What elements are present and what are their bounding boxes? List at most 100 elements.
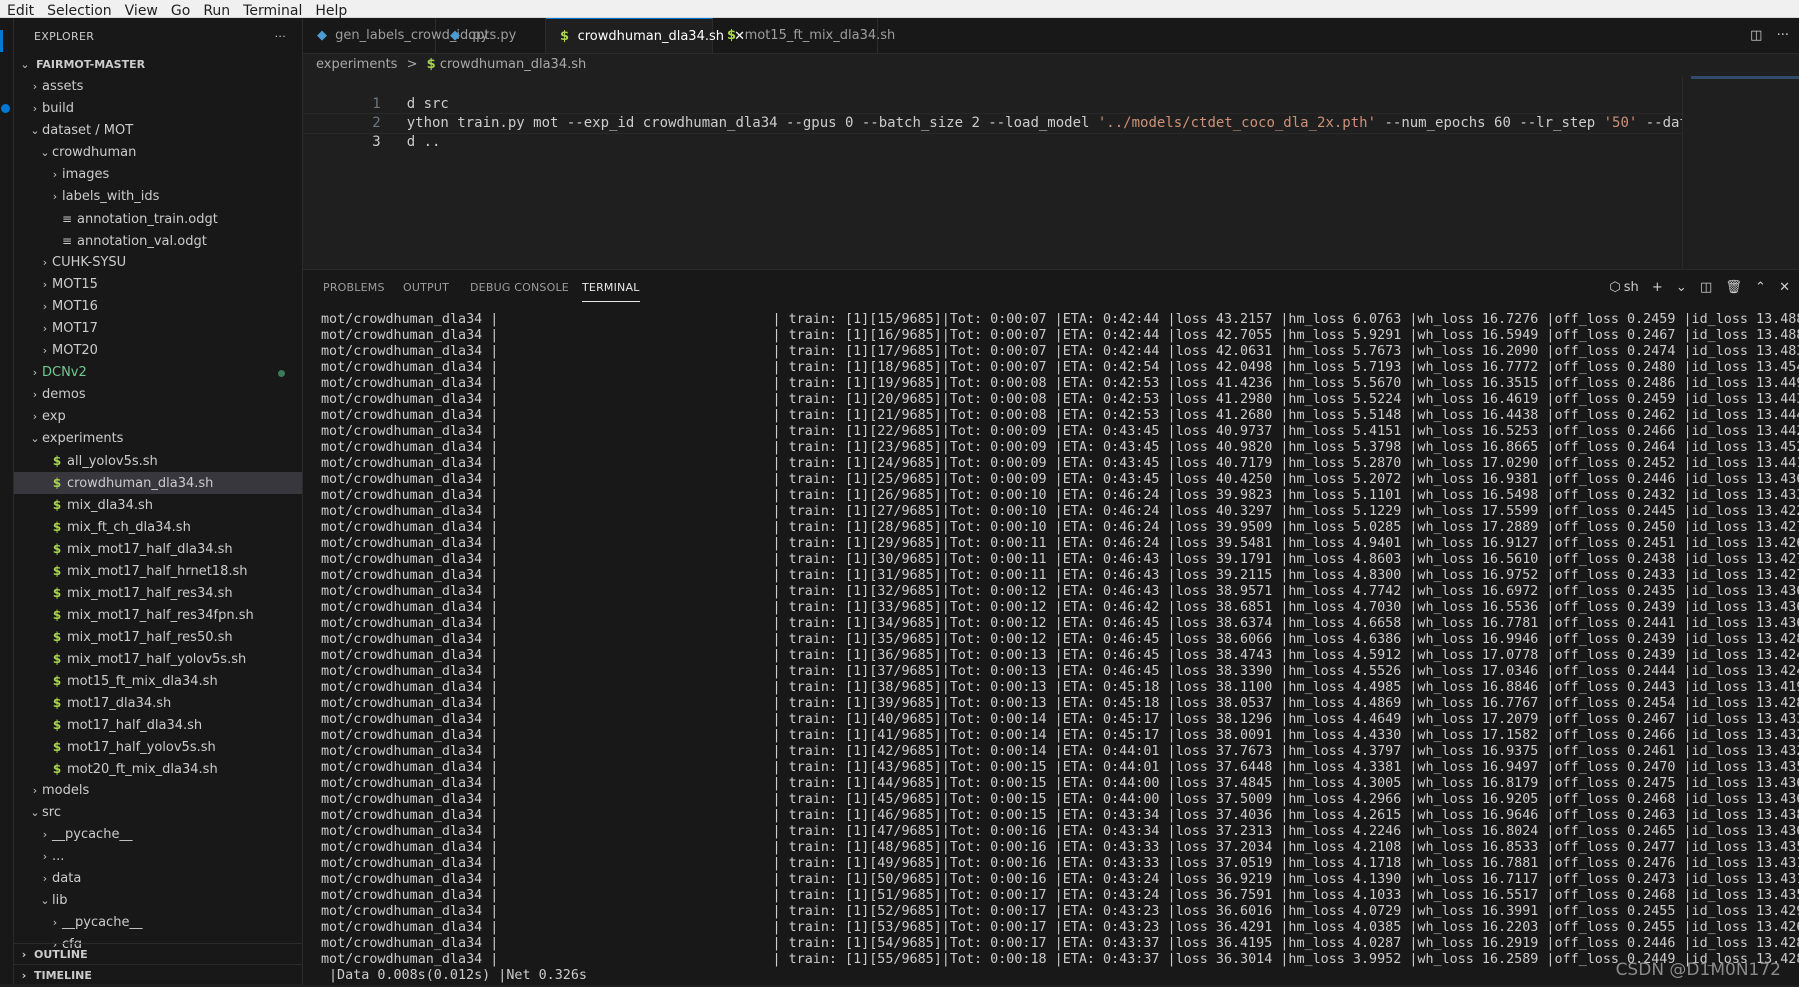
terminal-line-prefix: mot/crowdhuman_dla34 | | train: bbox=[321, 856, 846, 871]
tree-folder[interactable]: › MOT20 bbox=[14, 340, 302, 362]
tree-folder[interactable]: › MOT15 bbox=[14, 274, 302, 296]
outline-section[interactable]: › OUTLINE bbox=[14, 943, 302, 966]
tree-file[interactable]: $ mix_ft_ch_dla34.sh bbox=[14, 516, 302, 538]
tree-file[interactable]: $ mix_mot17_half_res34.sh bbox=[14, 582, 302, 604]
maximize-panel-icon[interactable]: ⌃ bbox=[1755, 280, 1766, 295]
editor-tab[interactable]: $ mot15_ft_mix_dla34.sh bbox=[713, 18, 895, 53]
tree-folder[interactable]: › DCNv2 bbox=[14, 362, 302, 384]
menu-edit[interactable]: Edit bbox=[0, 4, 40, 19]
terminal-line-prefix: mot/crowdhuman_dla34 | | train: bbox=[321, 376, 846, 391]
tab-output[interactable]: OUTPUT bbox=[403, 270, 449, 306]
chevron-down-icon[interactable]: ⌄ bbox=[1676, 280, 1687, 295]
tree-folder[interactable]: ⌄ src bbox=[14, 802, 302, 824]
terminal-output[interactable]: mot/crowdhuman_dla34 | | train: [1][15/9… bbox=[321, 312, 1799, 985]
tree-folder[interactable]: ›... bbox=[14, 846, 302, 868]
tree-file[interactable]: $ crowdhuman_dla34.sh bbox=[14, 472, 302, 494]
tree-item-label: CUHK-SYSU bbox=[52, 255, 127, 270]
tab-debug-console[interactable]: DEBUG CONSOLE bbox=[470, 270, 569, 306]
tree-file[interactable]: $ mot17_dla34.sh bbox=[14, 692, 302, 714]
split-editor-icon[interactable]: ◫ bbox=[1750, 28, 1762, 43]
tab-problems[interactable]: PROBLEMS bbox=[323, 270, 385, 306]
tree-folder[interactable]: ⌄ experiments bbox=[14, 428, 302, 450]
tree-folder[interactable]: › images bbox=[14, 164, 302, 186]
editor-tab[interactable]: ◆ gen_labels_crowd_id.py bbox=[303, 18, 488, 53]
more-actions-icon[interactable]: ··· bbox=[1777, 28, 1789, 43]
tree-folder[interactable]: › __pycache__ bbox=[14, 824, 302, 846]
shell-file-icon: $ bbox=[426, 57, 436, 72]
watermark: CSDN @D1M0N172 bbox=[1615, 960, 1781, 980]
chevron-right-icon: › bbox=[42, 300, 48, 313]
tree-file[interactable]: ≡ annotation_val.odgt bbox=[14, 230, 302, 252]
tree-item-label: mot15_ft_mix_dla34.sh bbox=[67, 674, 218, 689]
tree-file[interactable]: $ all_yolov5s.sh bbox=[14, 450, 302, 472]
new-terminal-icon[interactable]: + bbox=[1652, 280, 1663, 295]
tree-file[interactable]: $ mot17_half_dla34.sh bbox=[14, 714, 302, 736]
tree-folder[interactable]: › MOT17 bbox=[14, 318, 302, 340]
chevron-right-icon: › bbox=[42, 872, 48, 885]
terminal-line-prefix: mot/crowdhuman_dla34 | | train: bbox=[321, 888, 846, 903]
tree-file[interactable]: $ mix_mot17_half_hrnet18.sh bbox=[14, 560, 302, 582]
code-line[interactable]: 1d src bbox=[303, 76, 1799, 112]
tree-folder[interactable]: ⌄ lib bbox=[14, 890, 302, 912]
shell-file-icon: $ bbox=[52, 674, 62, 688]
terminal-line: mot/crowdhuman_dla34 | | train: [1][51/9… bbox=[321, 888, 1799, 904]
chevron-down-icon: ⌄ bbox=[20, 58, 30, 71]
more-actions-icon[interactable]: ··· bbox=[275, 30, 286, 43]
tree-folder[interactable]: ⌄ dataset / MOT bbox=[14, 120, 302, 142]
chevron-right-icon: › bbox=[42, 850, 48, 863]
tree-folder[interactable]: › build bbox=[14, 98, 302, 120]
tree-folder[interactable]: › __pycache__ bbox=[14, 912, 302, 934]
editor-tab[interactable]: ◆ opts.py bbox=[436, 18, 546, 53]
menu-help[interactable]: Help bbox=[308, 4, 353, 19]
terminal-shell-label[interactable]: sh bbox=[1624, 280, 1639, 295]
terminal-line-text: [1][23/9685]|Tot: 0:00:09 |ETA: 0:43:45 … bbox=[845, 440, 1799, 455]
tree-file[interactable]: ≡ annotation_train.odgt bbox=[14, 208, 302, 230]
tree-folder[interactable]: › CUHK-SYSU bbox=[14, 252, 302, 274]
menu-view[interactable]: View bbox=[118, 4, 164, 19]
shell-file-icon: $ bbox=[52, 608, 62, 622]
code-line[interactable]: 3 d .. bbox=[303, 113, 1799, 150]
tree-file[interactable]: $ mix_mot17_half_yolov5s.sh bbox=[14, 648, 302, 670]
tree-file[interactable]: $ mix_mot17_half_res34fpn.sh bbox=[14, 604, 302, 626]
split-terminal-icon[interactable]: ◫ bbox=[1700, 280, 1712, 295]
tree-folder[interactable]: › exp bbox=[14, 406, 302, 428]
editor-tab-label: crowdhuman_dla34.sh bbox=[577, 29, 724, 44]
tab-terminal[interactable]: TERMINAL bbox=[582, 270, 640, 306]
close-panel-icon[interactable]: ✕ bbox=[1779, 280, 1790, 295]
tree-folder[interactable]: ⌄ crowdhuman bbox=[14, 142, 302, 164]
menu-terminal[interactable]: Terminal bbox=[236, 4, 308, 19]
tree-file[interactable]: $ mot15_ft_mix_dla34.sh bbox=[14, 670, 302, 692]
tree-folder[interactable]: › data bbox=[14, 868, 302, 890]
tree-file[interactable]: $ mix_mot17_half_dla34.sh bbox=[14, 538, 302, 560]
terminal-line-text: [1][43/9685]|Tot: 0:00:15 |ETA: 0:44:01 … bbox=[845, 760, 1799, 775]
tree-item-label: MOT15 bbox=[52, 277, 98, 292]
tree-file[interactable]: $ mot17_half_yolov5s.sh bbox=[14, 736, 302, 758]
menu-run[interactable]: Run bbox=[196, 4, 236, 19]
tree-folder[interactable]: › demos bbox=[14, 384, 302, 406]
tree-file[interactable]: $ mot20_ft_mix_dla34.sh bbox=[14, 758, 302, 780]
tree-file[interactable]: $ mix_mot17_half_res50.sh bbox=[14, 626, 302, 648]
source-control-badge[interactable] bbox=[1, 104, 10, 113]
terminal-line-prefix: mot/crowdhuman_dla34 | | train: bbox=[321, 456, 846, 471]
chevron-right-icon: › bbox=[52, 190, 58, 203]
tree-folder[interactable]: › models bbox=[14, 780, 302, 802]
editor-tab[interactable]: $ crowdhuman_dla34.sh ✕ bbox=[546, 18, 745, 53]
text-file-icon: ≡ bbox=[61, 212, 73, 226]
terminal-line-prefix: mot/crowdhuman_dla34 | | train: bbox=[321, 440, 846, 455]
tree-item-label: crowdhuman bbox=[52, 145, 137, 160]
menu-go[interactable]: Go bbox=[164, 4, 196, 19]
code-line[interactable]: 2 ython train.py mot --exp_id crowdhuman_… bbox=[303, 95, 1799, 131]
breadcrumb-file[interactable]: crowdhuman_dla34.sh bbox=[440, 57, 586, 72]
terminal-line-prefix: mot/crowdhuman_dla34 | | train: bbox=[321, 824, 846, 839]
tree-root[interactable]: ⌄ FAIRMOT-MASTER bbox=[14, 54, 302, 76]
terminal-line: mot/crowdhuman_dla34 | | train: [1][19/9… bbox=[321, 376, 1799, 392]
minimap[interactable] bbox=[1682, 76, 1799, 269]
tree-folder[interactable]: › labels_with_ids bbox=[14, 186, 302, 208]
code-editor[interactable]: 1d src 2 ython train.py mot --exp_id crow… bbox=[303, 76, 1799, 269]
tree-file[interactable]: $ mix_dla34.sh bbox=[14, 494, 302, 516]
tree-folder[interactable]: › assets bbox=[14, 76, 302, 98]
breadcrumb-folder[interactable]: experiments bbox=[316, 57, 397, 72]
menu-selection[interactable]: Selection bbox=[40, 4, 118, 19]
tree-folder[interactable]: › MOT16 bbox=[14, 296, 302, 318]
trash-icon[interactable]: 🗑 bbox=[1725, 280, 1742, 295]
